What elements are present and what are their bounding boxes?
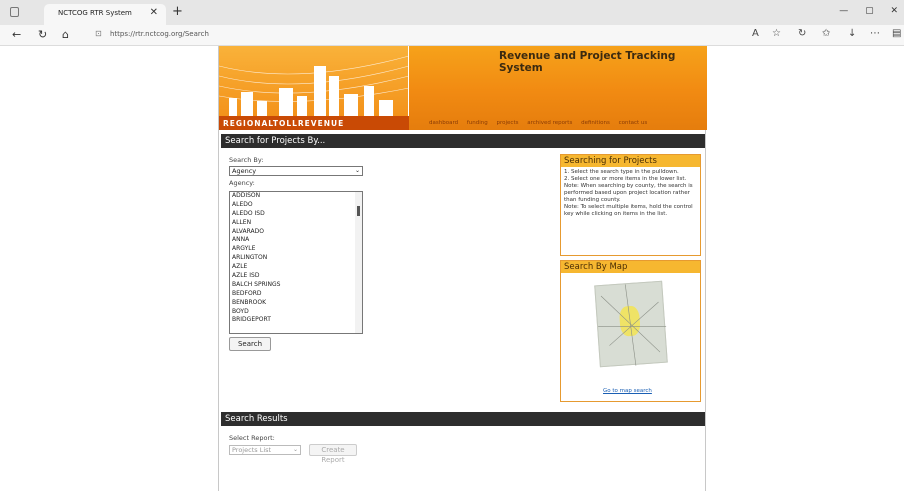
search-by-select[interactable]: Agency ⌄ (229, 166, 363, 176)
list-item[interactable]: ALEDO ISD (230, 210, 362, 219)
list-item[interactable]: ARGYLE (230, 245, 362, 254)
lock-icon: ⊡ (95, 29, 102, 38)
search-by-value: Agency (232, 167, 257, 175)
search-by-label: Search By: (229, 156, 264, 164)
nav-dashboard[interactable]: dashboard (429, 120, 458, 126)
nav-archived-reports[interactable]: archived reports (527, 120, 572, 126)
list-item[interactable]: BENBROOK (230, 299, 362, 308)
favorite-icon[interactable]: ☆ (772, 28, 781, 39)
minimize-button[interactable]: — (839, 6, 848, 16)
download-icon[interactable]: ↓ (848, 28, 856, 39)
browser-tab-strip: NCTCOG RTR System ✕ + — ▢ ✕ (0, 0, 904, 25)
new-tab-button[interactable]: + (172, 4, 183, 19)
help-panel-title: Searching for Projects (561, 155, 700, 167)
maximize-button[interactable]: ▢ (865, 6, 874, 16)
search-section-header: Search for Projects By... (221, 134, 705, 148)
agency-listbox[interactable]: ADDISON ALEDO ALEDO ISD ALLEN ALVARADO A… (229, 191, 363, 334)
list-item[interactable]: BEDFORD (230, 290, 362, 299)
create-report-button[interactable]: Create Report (309, 444, 357, 464)
nav-funding[interactable]: funding (467, 120, 488, 126)
nav-definitions[interactable]: definitions (581, 120, 610, 126)
page-container: REGIONALTOLLREVENUE Revenue and Project … (218, 46, 707, 491)
favorites-icon[interactable]: ✩ (822, 28, 830, 39)
chevron-down-icon: ⌄ (292, 446, 298, 453)
address-bar-row: ← ↻ ⌂ ⊡ https://rtr.nctcog.org/Search A … (0, 25, 904, 46)
agency-label: Agency: (229, 179, 255, 187)
back-icon[interactable]: ← (12, 28, 21, 41)
window-controls: — ▢ ✕ (825, 6, 898, 16)
report-select[interactable]: Projects List ⌄ (229, 445, 301, 455)
close-window-button[interactable]: ✕ (890, 6, 898, 16)
list-item[interactable]: ALVARADO (230, 228, 362, 237)
help-step-1: 1. Select the search type in the pulldow… (564, 169, 679, 175)
list-item[interactable]: ALLEN (230, 219, 362, 228)
list-item[interactable]: ARLINGTON (230, 254, 362, 263)
list-item[interactable]: AZLE ISD (230, 272, 362, 281)
home-icon[interactable]: ⌂ (62, 28, 69, 41)
more-icon[interactable]: ⋯ (870, 28, 880, 39)
url-field[interactable]: https://rtr.nctcog.org/Search (110, 30, 209, 38)
help-step-2: 2. Select one or more items in the lower… (564, 176, 687, 182)
tab-close-icon[interactable]: ✕ (150, 7, 158, 18)
help-note-county: Note: When searching by county, the sear… (564, 183, 693, 203)
site-banner: REGIONALTOLLREVENUE Revenue and Project … (218, 46, 707, 130)
list-item[interactable]: BALCH SPRINGS (230, 281, 362, 290)
results-section-header: Search Results (221, 412, 705, 426)
help-panel-body: 1. Select the search type in the pulldow… (561, 167, 700, 220)
sidebar-icon[interactable]: ▤ (892, 28, 901, 39)
scrollbar-thumb[interactable] (357, 206, 360, 216)
browser-tab[interactable]: NCTCOG RTR System ✕ (44, 4, 166, 25)
map-panel-title: Search By Map (561, 261, 700, 273)
map-search-link[interactable]: Go to map search (603, 388, 652, 394)
map-panel: Search By Map Go to map search (560, 260, 701, 402)
tab-title: NCTCOG RTR System (58, 9, 132, 17)
list-item[interactable]: AZLE (230, 263, 362, 272)
nav-projects[interactable]: projects (497, 120, 519, 126)
report-select-value: Projects List (232, 446, 272, 454)
site-title: Revenue and Project Tracking System (499, 50, 676, 74)
help-panel: Searching for Projects 1. Select the sea… (560, 154, 701, 256)
list-item[interactable]: ANNA (230, 236, 362, 245)
list-item[interactable]: BOYD (230, 308, 362, 317)
chevron-down-icon: ⌄ (354, 167, 360, 174)
map-roads (598, 284, 667, 366)
list-item[interactable]: BRIDGEPORT (230, 316, 362, 325)
map-thumbnail[interactable] (594, 280, 668, 368)
select-report-label: Select Report: (229, 434, 275, 442)
main-nav: dashboard funding projects archived repo… (429, 120, 654, 126)
search-button[interactable]: Search (229, 337, 271, 351)
refresh-icon[interactable]: ↻ (38, 28, 47, 41)
logo-text: REGIONALTOLLREVENUE (223, 119, 345, 128)
refresh-extension-icon[interactable]: ↻ (798, 28, 806, 39)
list-item[interactable]: ALEDO (230, 201, 362, 210)
list-item[interactable]: ADDISON (230, 192, 362, 201)
skyline-graphic (218, 55, 410, 130)
nav-contact-us[interactable]: contact us (619, 120, 648, 126)
browser-menu-icon[interactable] (10, 7, 19, 17)
read-aloud-icon[interactable]: A (752, 28, 759, 39)
help-note-multiselect: Note: To select multiple items, hold the… (564, 204, 693, 217)
skyline-logo: REGIONALTOLLREVENUE (218, 46, 410, 130)
